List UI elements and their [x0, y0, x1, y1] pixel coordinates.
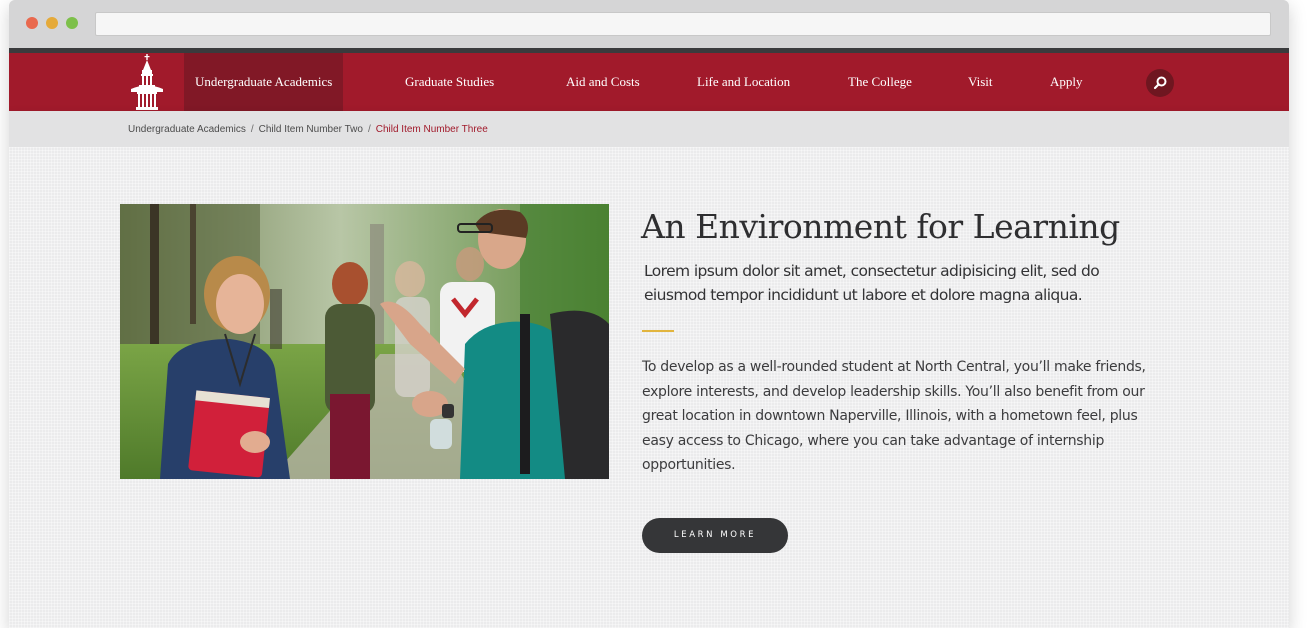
- breadcrumb: Undergraduate Academics / Child Item Numbe…: [128, 124, 488, 135]
- learn-more-button[interactable]: LEARN MORE: [642, 518, 788, 553]
- breadcrumb-link-undergraduate-academics[interactable]: Undergraduate Academics: [128, 124, 246, 135]
- breadcrumb-link-child-item-two[interactable]: Child Item Number Two: [259, 124, 363, 135]
- lead-paragraph: Lorem ipsum dolor sit amet, consectetur …: [644, 262, 1100, 304]
- address-bar[interactable]: [95, 12, 1271, 36]
- accent-divider: [642, 330, 674, 332]
- close-window-button[interactable]: [26, 17, 38, 29]
- breadcrumb-current-page: Child Item Number Three: [375, 124, 488, 135]
- body-paragraph: To develop as a well-rounded student at …: [642, 359, 1146, 473]
- browser-toolbar: [9, 0, 1289, 48]
- minimize-window-button[interactable]: [46, 17, 58, 29]
- main-navigation: Undergraduate Academics Graduate Studies…: [9, 53, 1289, 111]
- search-button[interactable]: [1146, 69, 1174, 97]
- browser-window: Undergraduate Academics Graduate Studies…: [9, 0, 1289, 628]
- breadcrumb-separator: /: [367, 124, 371, 135]
- nav-item-undergraduate-academics[interactable]: Undergraduate Academics: [184, 53, 344, 111]
- bell-tower-logo-icon[interactable]: [127, 53, 167, 111]
- nav-item-aid-and-costs[interactable]: Aid and Costs: [566, 53, 640, 111]
- nav-item-graduate-studies[interactable]: Graduate Studies: [405, 53, 494, 111]
- maximize-window-button[interactable]: [66, 17, 78, 29]
- search-icon: [1153, 76, 1167, 90]
- page-title: An Environment for Learning: [641, 207, 1120, 246]
- nav-item-apply[interactable]: Apply: [1050, 53, 1083, 111]
- nav-item-visit[interactable]: Visit: [968, 53, 993, 111]
- feature-photo: [120, 204, 609, 479]
- breadcrumb-bar: Undergraduate Academics / Child Item Numbe…: [9, 111, 1289, 147]
- main-content: An Environment for Learning Lorem ipsum …: [9, 147, 1289, 628]
- breadcrumb-separator: /: [250, 124, 254, 135]
- nav-item-the-college[interactable]: The College: [848, 53, 912, 111]
- nav-item-life-and-location[interactable]: Life and Location: [697, 53, 790, 111]
